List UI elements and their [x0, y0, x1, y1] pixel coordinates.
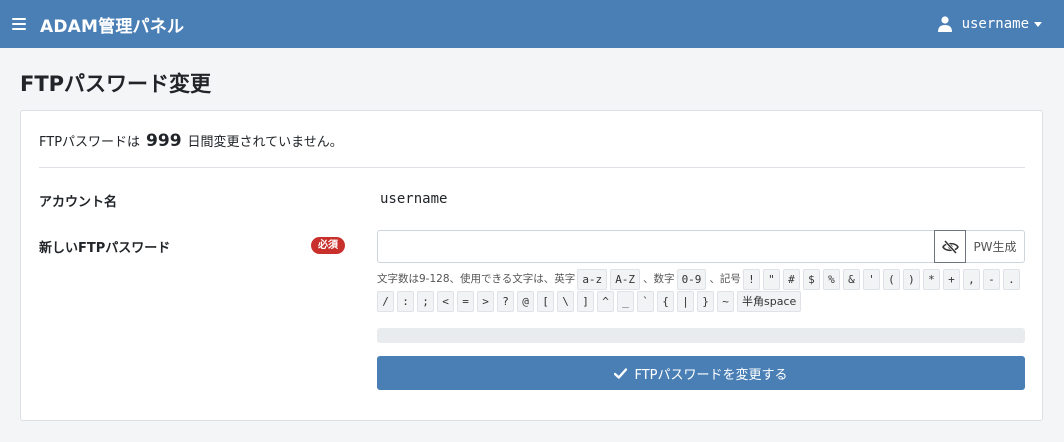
password-strength-bar	[377, 328, 1025, 343]
help-intro: 文字数は9-128、使用できる文字は、英字	[377, 273, 576, 285]
chip-symbol: 半角space	[737, 291, 802, 312]
top-navbar: ADAM管理パネル username	[0, 0, 1064, 48]
chip-symbol: \	[557, 291, 574, 312]
chip-symbol: :	[397, 291, 414, 312]
chip-symbol: >	[477, 291, 494, 312]
notice-suffix: 日間変更されていません。	[187, 135, 343, 150]
chip-symbol: $	[802, 268, 820, 290]
user-icon	[937, 16, 952, 32]
chip-symbol: _	[617, 291, 634, 312]
hamburger-icon[interactable]	[12, 18, 26, 30]
check-icon	[614, 367, 628, 379]
password-age-notice: FTPパスワードは 999 日間変更されていません。	[39, 131, 343, 151]
chip-symbol: ;	[417, 291, 434, 312]
chip-symbol: "	[762, 268, 780, 290]
chip-symbol: =	[457, 291, 474, 312]
chip-symbol: #	[782, 268, 800, 290]
chip-symbol: [	[537, 291, 554, 312]
chip-symbol: &	[842, 268, 860, 290]
password-rules-help: 文字数は9-128、使用できる文字は、英字 a-z A-Z 、数字 0-9 、記…	[377, 267, 1027, 312]
user-menu[interactable]: username	[937, 0, 1042, 48]
chip-symbol: '	[862, 268, 880, 290]
required-badge: 必須	[311, 237, 345, 254]
chip-symbol: ,	[962, 268, 980, 290]
notice-days: 999	[146, 131, 182, 151]
chip-symbol: ^	[597, 291, 614, 312]
chevron-down-icon	[1034, 21, 1042, 27]
change-password-label: FTPパスワードを変更する	[634, 367, 788, 383]
chip-symbol: /	[377, 291, 394, 312]
change-password-button[interactable]: FTPパスワードを変更する	[377, 356, 1025, 390]
chip-digits: 0-9	[676, 268, 707, 290]
username-label: username	[961, 16, 1029, 32]
chip-symbol: ~	[717, 291, 734, 312]
eye-slash-icon	[941, 239, 959, 254]
chip-symbol: .	[1002, 268, 1020, 290]
chip-symbol: !	[742, 268, 760, 290]
password-change-card: FTPパスワードは 999 日間変更されていません。 アカウント名 userna…	[20, 110, 1043, 421]
chip-symbol: }	[697, 291, 714, 312]
divider	[39, 167, 1025, 168]
chip-symbol: |	[677, 291, 694, 312]
chip-symbol: )	[902, 268, 920, 290]
chip-symbol: {	[657, 291, 674, 312]
chip-symbol: *	[922, 268, 940, 290]
chip-symbol: @	[517, 291, 534, 312]
account-value: username	[380, 191, 448, 207]
new-password-input[interactable]	[377, 230, 934, 263]
notice-prefix: FTPパスワードは	[39, 135, 141, 150]
chip-symbol: ]	[577, 291, 594, 312]
chip-symbol: <	[437, 291, 454, 312]
account-label: アカウント名	[39, 195, 118, 210]
chip-symbol: (	[882, 268, 900, 290]
password-label: 新しいFTPパスワード	[39, 241, 171, 256]
chip-symbol: ?	[497, 291, 514, 312]
generate-password-button[interactable]: PW生成	[966, 230, 1025, 263]
chip-symbol: +	[942, 268, 960, 290]
chip-symbol: -	[982, 268, 1000, 290]
chip-lowercase: a-z	[577, 268, 608, 290]
page-title: FTPパスワード変更	[20, 72, 212, 96]
toggle-visibility-button[interactable]	[934, 230, 966, 263]
chip-symbol: `	[637, 291, 654, 312]
help-sep-symbols: 、記号	[709, 273, 741, 285]
brand-title[interactable]: ADAM管理パネル	[40, 12, 184, 37]
password-input-group: PW生成	[377, 230, 1025, 263]
help-sep-digits: 、数字	[643, 273, 675, 285]
chip-uppercase: A-Z	[610, 268, 641, 290]
chip-symbol: %	[822, 268, 840, 290]
